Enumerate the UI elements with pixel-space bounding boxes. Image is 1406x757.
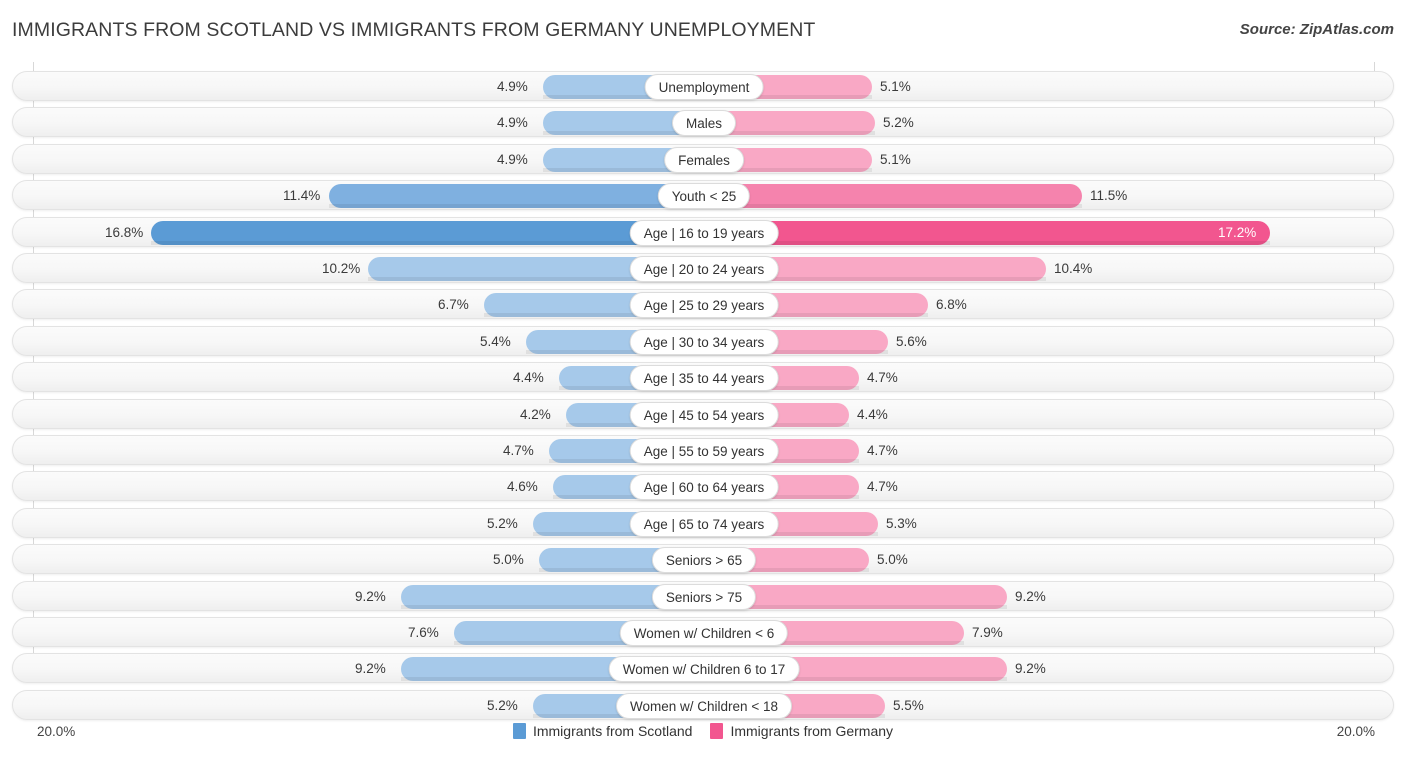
bar-left-value-17: 5.2% — [487, 698, 518, 713]
chart-plot-area: 4.9% 5.1% Unemployment 4.9% 5.2% Males 4.9% 5.1… — [0, 62, 1406, 717]
bar-right-value-6: 6.8% — [936, 297, 967, 312]
bar-left-value-6: 6.7% — [438, 297, 469, 312]
bar-right-value-4: 17.2% — [1218, 225, 1256, 240]
category-label-17: Women w/ Children < 18 — [616, 693, 792, 719]
bar-right-value-9: 4.4% — [857, 407, 888, 422]
bar-left-value-9: 4.2% — [520, 407, 551, 422]
bar-right-value-15: 7.9% — [972, 625, 1003, 640]
category-label-5: Age | 20 to 24 years — [630, 256, 779, 282]
bar-left-value-4: 16.8% — [105, 225, 143, 240]
bar-right-value-3: 11.5% — [1090, 188, 1127, 203]
chart-page: IMMIGRANTS FROM SCOTLAND VS IMMIGRANTS F… — [0, 0, 1406, 757]
chart-row: 6.7% 6.8% Age | 25 to 29 years — [12, 289, 1394, 319]
category-label-10: Age | 55 to 59 years — [630, 438, 779, 464]
category-label-16: Women w/ Children 6 to 17 — [609, 656, 800, 682]
legend-swatch-icon-0 — [513, 723, 526, 739]
chart-row: 4.2% 4.4% Age | 45 to 54 years — [12, 399, 1394, 429]
category-label-0: Unemployment — [645, 74, 764, 100]
category-label-4: Age | 16 to 19 years — [630, 220, 779, 246]
source-attribution: Source: ZipAtlas.com — [1240, 21, 1394, 38]
bar-left-value-14: 9.2% — [355, 589, 386, 604]
bar-right-value-8: 4.7% — [867, 370, 898, 385]
category-label-11: Age | 60 to 64 years — [630, 474, 779, 500]
chart-row: 4.9% 5.1% Unemployment — [12, 71, 1394, 101]
bar-right-value-17: 5.5% — [893, 698, 924, 713]
chart-row: 4.9% 5.1% Females — [12, 144, 1394, 174]
bar-left-value-11: 4.6% — [507, 479, 538, 494]
category-label-14: Seniors > 75 — [652, 584, 756, 610]
bar-right-value-7: 5.6% — [896, 334, 927, 349]
bar-left-value-2: 4.9% — [497, 152, 528, 167]
bar-right-value-13: 5.0% — [877, 552, 908, 567]
chart-footer: 20.0% 20.0% Immigrants from ScotlandImmi… — [0, 720, 1406, 757]
bar-right-value-10: 4.7% — [867, 443, 898, 458]
bar-right-value-0: 5.1% — [880, 79, 911, 94]
category-label-6: Age | 25 to 29 years — [630, 292, 779, 318]
chart-row: 4.9% 5.2% Males — [12, 107, 1394, 137]
bar-left-value-13: 5.0% — [493, 552, 524, 567]
bar-right-value-1: 5.2% — [883, 115, 914, 130]
category-label-7: Age | 30 to 34 years — [630, 329, 779, 355]
chart-row: 5.2% 5.5% Women w/ Children < 18 — [12, 690, 1394, 720]
legend-item-0[interactable]: Immigrants from Scotland — [513, 723, 693, 739]
chart-row: 10.2% 10.4% Age | 20 to 24 years — [12, 253, 1394, 283]
category-label-13: Seniors > 65 — [652, 547, 756, 573]
bar-right-value-12: 5.3% — [886, 516, 917, 531]
category-label-8: Age | 35 to 44 years — [630, 365, 779, 391]
chart-legend: Immigrants from Scotland Immigrants from … — [0, 723, 1406, 739]
category-label-12: Age | 65 to 74 years — [630, 511, 779, 537]
legend-label-0: Immigrants from Scotland — [533, 723, 693, 739]
chart-row: 5.4% 5.6% Age | 30 to 34 years — [12, 326, 1394, 356]
bar-left-value-12: 5.2% — [487, 516, 518, 531]
bar-right-3 — [704, 184, 1082, 208]
category-label-3: Youth < 25 — [658, 183, 750, 209]
bar-right-value-11: 4.7% — [867, 479, 898, 494]
category-label-2: Females — [664, 147, 744, 173]
chart-row: 4.7% 4.7% Age | 55 to 59 years — [12, 435, 1394, 465]
legend-item-1[interactable]: Immigrants from Germany — [710, 723, 893, 739]
bar-right-value-16: 9.2% — [1015, 661, 1046, 676]
bar-left-value-1: 4.9% — [497, 115, 528, 130]
chart-row: 4.4% 4.7% Age | 35 to 44 years — [12, 362, 1394, 392]
bar-left-value-7: 5.4% — [480, 334, 511, 349]
bar-left-value-5: 10.2% — [322, 261, 360, 276]
bar-left-3 — [329, 184, 704, 208]
chart-row: 11.4% 11.5% Youth < 25 — [12, 180, 1394, 210]
chart-row: 9.2% 9.2% Seniors > 75 — [12, 581, 1394, 611]
chart-row: 4.6% 4.7% Age | 60 to 64 years — [12, 471, 1394, 501]
legend-swatch-icon-1 — [710, 723, 723, 739]
bar-left-value-16: 9.2% — [355, 661, 386, 676]
page-title: IMMIGRANTS FROM SCOTLAND VS IMMIGRANTS F… — [12, 19, 815, 42]
chart-row: 5.2% 5.3% Age | 65 to 74 years — [12, 508, 1394, 538]
bar-left-value-15: 7.6% — [408, 625, 439, 640]
bar-left-value-3: 11.4% — [283, 188, 320, 203]
bar-left-value-10: 4.7% — [503, 443, 534, 458]
bar-right-value-2: 5.1% — [880, 152, 911, 167]
chart-row: 7.6% 7.9% Women w/ Children < 6 — [12, 617, 1394, 647]
chart-row: 5.0% 5.0% Seniors > 65 — [12, 544, 1394, 574]
category-label-9: Age | 45 to 54 years — [630, 402, 779, 428]
legend-label-1: Immigrants from Germany — [730, 723, 893, 739]
bar-right-value-5: 10.4% — [1054, 261, 1092, 276]
category-label-15: Women w/ Children < 6 — [620, 620, 788, 646]
bar-left-value-8: 4.4% — [513, 370, 544, 385]
category-label-1: Males — [672, 110, 736, 136]
bar-right-4 — [704, 221, 1270, 245]
chart-row: 16.8% 17.2% Age | 16 to 19 years — [12, 217, 1394, 247]
bar-right-value-14: 9.2% — [1015, 589, 1046, 604]
bar-left-4 — [151, 221, 704, 245]
bar-left-value-0: 4.9% — [497, 79, 528, 94]
chart-row: 9.2% 9.2% Women w/ Children 6 to 17 — [12, 653, 1394, 683]
